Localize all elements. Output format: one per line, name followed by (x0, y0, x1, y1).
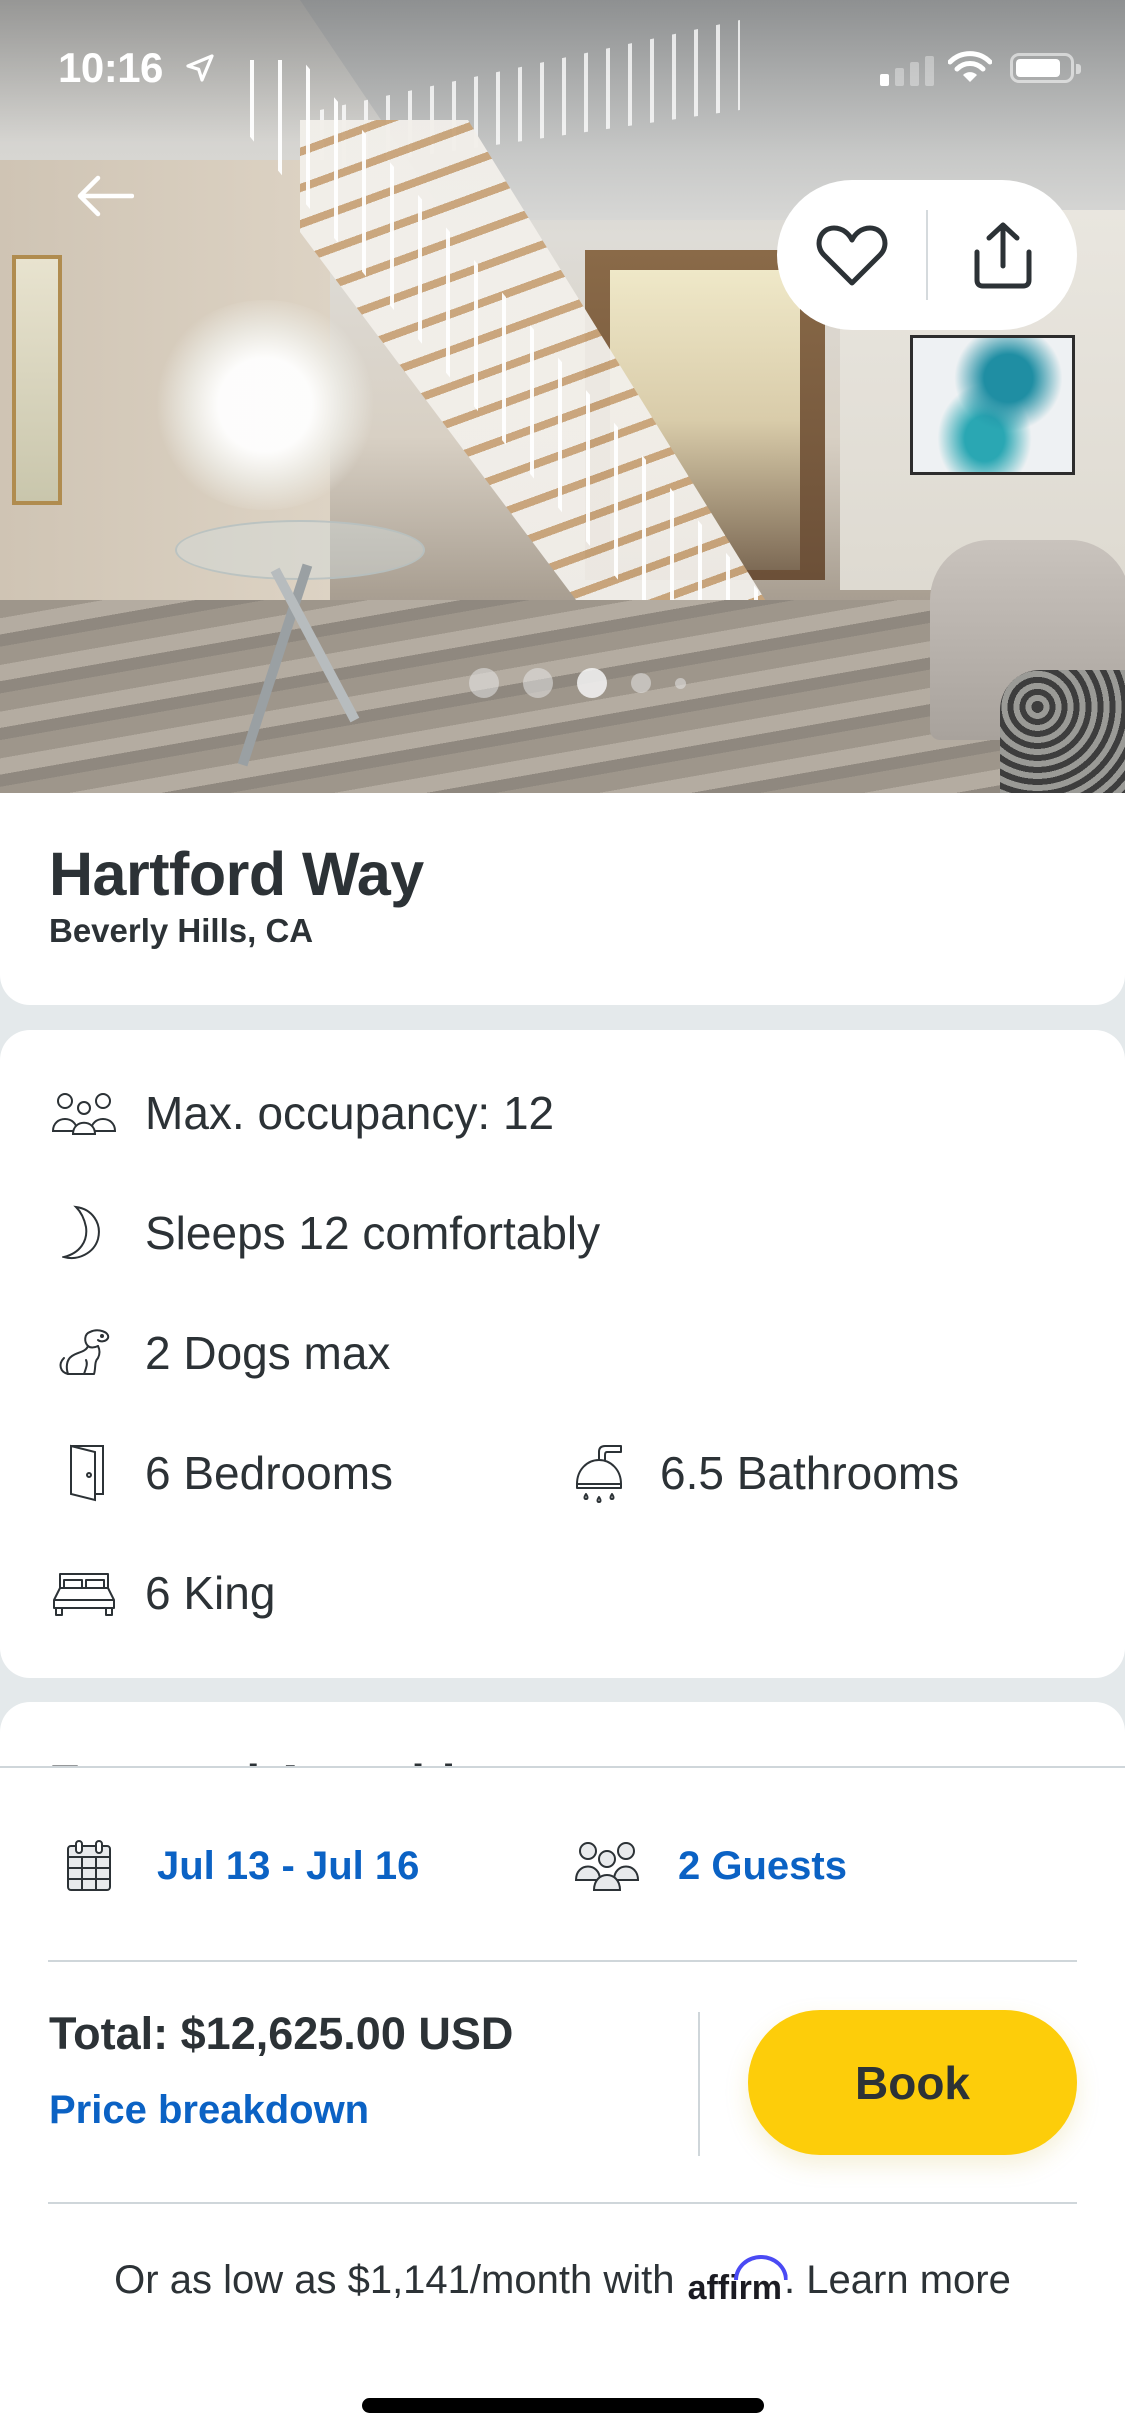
signal-bar (880, 74, 889, 86)
date-range: Jul 13 - Jul 16 (157, 1843, 420, 1888)
divider (48, 2202, 1077, 2204)
spec-label: 6 King (145, 1567, 276, 1619)
photo-painting-left (12, 255, 62, 505)
signal-bar (925, 56, 934, 86)
spec-label: 6 Bedrooms (145, 1447, 394, 1499)
carousel-dot[interactable] (631, 673, 651, 693)
photo-painting-right (910, 335, 1075, 475)
share-button[interactable] (928, 180, 1077, 330)
battery-icon (1010, 53, 1081, 83)
specs-card: Max. occupancy: 12 Sleeps 12 comfortably (0, 1030, 1125, 1678)
people-group-icon (49, 1078, 119, 1148)
status-time: 10:16 (58, 44, 163, 91)
calendar-icon (67, 1840, 111, 1891)
signal-bar (910, 62, 919, 86)
bed-icon (49, 1558, 119, 1628)
booking-sheet: Jul 13 - Jul 16 2 Guests Total: $12,625.… (0, 1766, 1125, 2436)
share-icon (974, 222, 1031, 289)
guests-selector[interactable]: 2 Guests (574, 1840, 847, 1892)
location-arrow-icon (186, 54, 214, 82)
carousel-dot[interactable] (577, 668, 607, 698)
listing-location: Beverly Hills, CA (49, 912, 314, 950)
arrow-left-icon (77, 175, 134, 217)
carousel-dots[interactable] (0, 668, 1125, 698)
spec-dogs: 2 Dogs max (49, 1318, 390, 1388)
dog-icon (49, 1318, 119, 1388)
affirm-logo: affirm (687, 2269, 783, 2307)
date-selector[interactable]: Jul 13 - Jul 16 (66, 1840, 419, 1892)
total-price: Total: $12,625.00 USD (49, 2008, 514, 2059)
carousel-dot[interactable] (675, 677, 686, 689)
door-icon (49, 1438, 119, 1508)
spec-label: 2 Dogs max (145, 1327, 391, 1379)
guests-icon (574, 1842, 640, 1891)
action-pill (777, 180, 1077, 330)
carousel-dot[interactable] (469, 668, 499, 698)
back-button[interactable] (76, 166, 156, 226)
photo-flowers (150, 300, 380, 510)
home-indicator[interactable] (362, 2398, 764, 2413)
guest-count: 2 Guests (678, 1843, 847, 1888)
spec-label: 6.5 Bathrooms (660, 1447, 960, 1499)
spec-sleeps: Sleeps 12 comfortably (49, 1198, 600, 1268)
affirm-financing[interactable]: Or as low as $1,141/month with affirm. L… (0, 2258, 1125, 2308)
spec-max-occupancy: Max. occupancy: 12 (49, 1078, 554, 1148)
moon-icon (49, 1198, 119, 1268)
listing-title-card: Hartford Way Beverly Hills, CA (0, 793, 1125, 1005)
vertical-divider (698, 2012, 700, 2156)
spec-bedrooms: 6 Bedrooms (49, 1438, 393, 1508)
book-button[interactable]: Book (748, 2010, 1077, 2155)
carousel-dot[interactable] (523, 668, 553, 698)
affirm-prefix: Or as low as $1,141/month with (114, 2258, 675, 2302)
price-breakdown-link[interactable]: Price breakdown (49, 2088, 369, 2133)
signal-bar (895, 68, 904, 86)
shower-icon (564, 1438, 634, 1508)
cellular-signal-icon (880, 56, 934, 86)
wifi-icon (948, 51, 992, 82)
battery-level (1016, 59, 1061, 77)
status-bar: 10:16 (0, 0, 1125, 140)
divider (48, 1960, 1077, 1962)
heart-outline-icon (816, 225, 887, 286)
spec-beds: 6 King (49, 1558, 275, 1628)
spec-label: Sleeps 12 comfortably (145, 1207, 601, 1259)
spec-label: Max. occupancy: 12 (145, 1087, 555, 1139)
spec-bathrooms: 6.5 Bathrooms (564, 1438, 959, 1508)
affirm-learn-more[interactable]: . Learn more (784, 2258, 1011, 2302)
listing-title: Hartford Way (49, 840, 424, 908)
favorite-button[interactable] (777, 180, 926, 330)
